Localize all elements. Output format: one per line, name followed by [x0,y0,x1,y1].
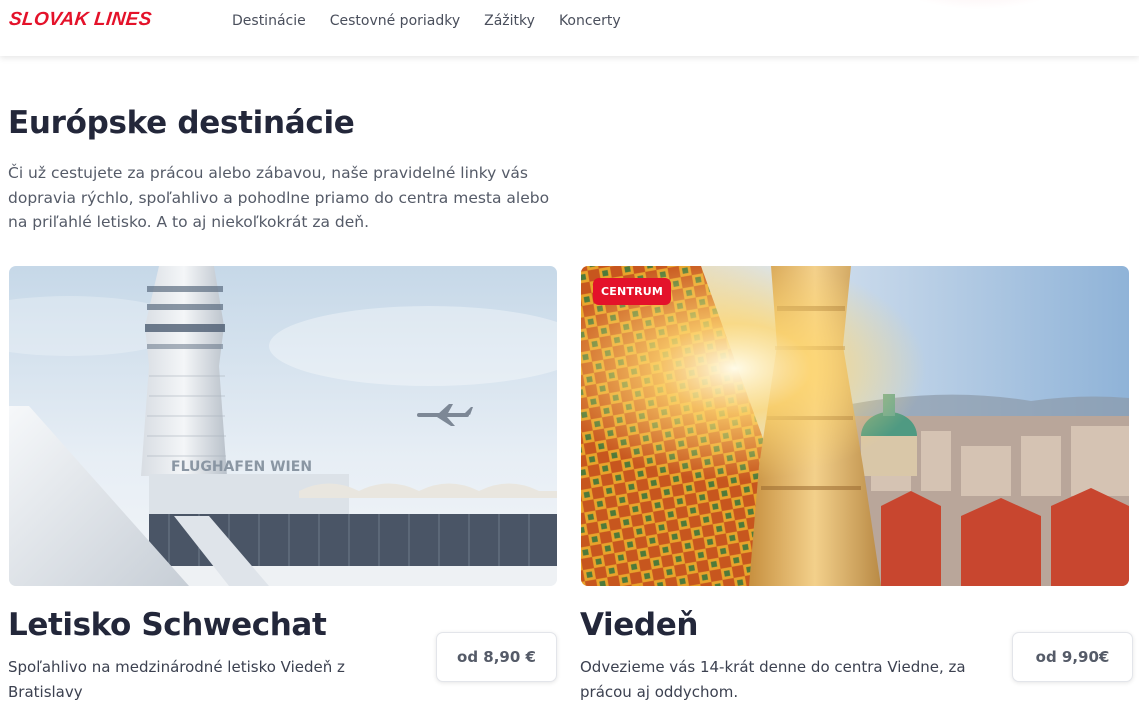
page-title: Európske destinácie [8,105,355,141]
main-nav: Destinácie Cestovné poriadky Zážitky Kon… [232,12,621,30]
centrum-badge: CENTRUM [593,278,672,305]
nav-item-zazitky[interactable]: Zážitky [484,12,535,30]
slovak-lines-logo[interactable]: SLOVAK LINES [8,9,153,31]
vienna-card-description: Odvezieme vás 14-krát denne do centra Vi… [580,658,966,701]
vienna-photo [581,266,1129,586]
vienna-card-title[interactable]: Viedeň [580,607,698,643]
airport-card-image[interactable]: FLUGHAFEN WIEN [9,266,557,586]
airport-photo: FLUGHAFEN WIEN [9,266,557,586]
nav-item-koncerty[interactable]: Koncerty [559,12,621,30]
nav-item-destinacie[interactable]: Destinácie [232,12,306,30]
intro-text: Či už cestujete za prácou alebo zábavou,… [8,164,550,231]
site-header: SLOVAK LINES Destinácie Cestovné poriadk… [0,0,1139,56]
airport-card-description: Spoľahlivo na medzinárodné letisko Viede… [8,658,345,701]
airport-price-button[interactable]: od 8,90 € [436,632,557,682]
nav-item-cestovne-poriadky[interactable]: Cestovné poriadky [330,12,460,30]
vienna-card-image[interactable]: CENTRUM [581,266,1129,586]
airport-card-title[interactable]: Letisko Schwechat [8,607,327,643]
header-decoration [880,0,1080,10]
vienna-price-button[interactable]: od 9,90€ [1012,632,1133,682]
terminal-sign: FLUGHAFEN WIEN [171,459,312,475]
